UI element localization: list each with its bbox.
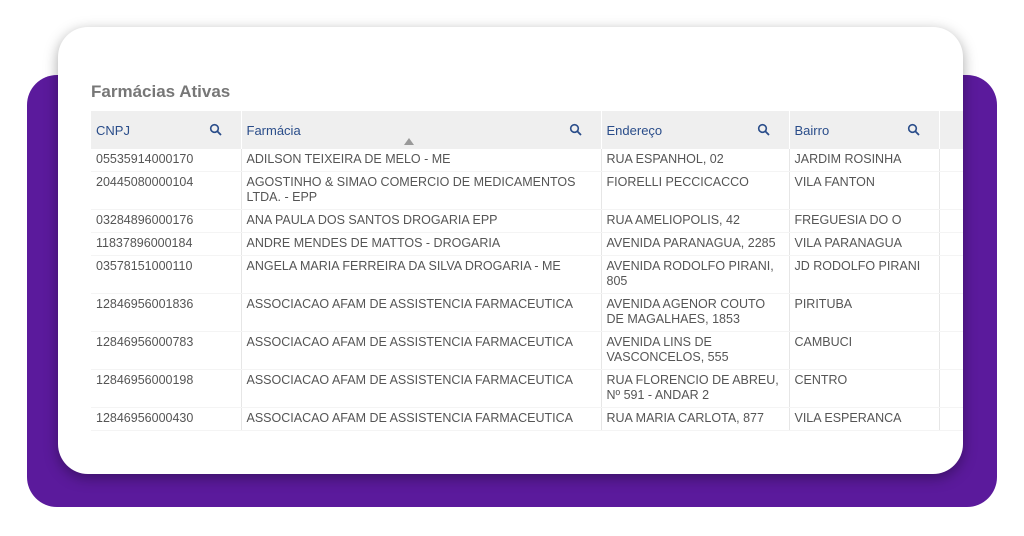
cell-farmacia: ADILSON TEIXEIRA DE MELO - ME [241, 149, 602, 172]
cell-cnpj: 12846956000198 [91, 369, 242, 408]
cell-cnpj: 20445080000104 [91, 171, 242, 210]
cell-farmacia: ASSOCIACAO AFAM DE ASSISTENCIA FARMACEUT… [241, 369, 602, 408]
cell-endereco: RUA FLORENCIO DE ABREU, Nº 591 - ANDAR 2 [601, 369, 790, 408]
column-header-cnpj[interactable]: CNPJ [91, 111, 242, 149]
column-header-farmacia[interactable]: Farmácia [241, 111, 602, 149]
cell-bairro: CAMBUCI [789, 331, 940, 370]
cell-farmacia: ASSOCIACAO AFAM DE ASSISTENCIA FARMACEUT… [241, 407, 602, 431]
cell-farmacia: ANA PAULA DOS SANTOS DROGARIA EPP [241, 209, 602, 233]
cell-bairro: FREGUESIA DO O [789, 209, 940, 233]
search-icon[interactable] [569, 123, 583, 137]
column-label-cnpj: CNPJ [96, 123, 130, 138]
cell-bairro: VILA PARANAGUA [789, 232, 940, 256]
column-label-bairro: Bairro [794, 123, 830, 138]
cell-extra [939, 171, 963, 210]
column-label-farmacia: Farmácia [246, 123, 301, 138]
cell-farmacia: ASSOCIACAO AFAM DE ASSISTENCIA FARMACEUT… [241, 293, 602, 332]
pharmacy-table: CNPJ Farmácia Endereço Bairro 0553591400… [91, 111, 963, 431]
table-row[interactable]: 12846956000430 ASSOCIACAO AFAM DE ASSIST… [91, 407, 963, 431]
column-header-bairro[interactable]: Bairro [789, 111, 940, 149]
cell-endereco: AVENIDA RODOLFO PIRANI, 805 [601, 255, 790, 294]
cell-bairro: PIRITUBA [789, 293, 940, 332]
cell-farmacia: ANDRE MENDES DE MATTOS - DROGARIA [241, 232, 602, 256]
table-row[interactable]: 11837896000184 ANDRE MENDES DE MATTOS - … [91, 232, 963, 256]
table-row[interactable]: 12846956001836 ASSOCIACAO AFAM DE ASSIST… [91, 293, 963, 332]
table-row[interactable]: 20445080000104 AGOSTINHO & SIMAO COMERCI… [91, 171, 963, 210]
cell-extra [939, 293, 963, 332]
search-icon[interactable] [209, 123, 223, 137]
cell-extra [939, 232, 963, 256]
cell-cnpj: 03578151000110 [91, 255, 242, 294]
pharmacy-panel-card: Farmácias Ativas CNPJ Farmácia Endereço … [58, 27, 963, 474]
column-header-extra [939, 111, 963, 149]
cell-extra [939, 369, 963, 408]
cell-endereco: RUA ESPANHOL, 02 [601, 149, 790, 172]
cell-bairro: VILA FANTON [789, 171, 940, 210]
cell-bairro: JARDIM ROSINHA [789, 149, 940, 172]
cell-bairro: JD RODOLFO PIRANI [789, 255, 940, 294]
cell-endereco: RUA MARIA CARLOTA, 877 [601, 407, 790, 431]
cell-cnpj: 12846956000783 [91, 331, 242, 370]
cell-bairro: VILA ESPERANCA [789, 407, 940, 431]
table-row[interactable]: 03284896000176 ANA PAULA DOS SANTOS DROG… [91, 209, 963, 233]
cell-extra [939, 407, 963, 431]
cell-cnpj: 12846956001836 [91, 293, 242, 332]
cell-endereco: AVENIDA PARANAGUA, 2285 [601, 232, 790, 256]
cell-extra [939, 255, 963, 294]
search-icon[interactable] [907, 123, 921, 137]
cell-endereco: AVENIDA AGENOR COUTO DE MAGALHAES, 1853 [601, 293, 790, 332]
search-icon[interactable] [757, 123, 771, 137]
table-header-row: CNPJ Farmácia Endereço Bairro [91, 111, 963, 149]
cell-cnpj: 11837896000184 [91, 232, 242, 256]
cell-cnpj: 03284896000176 [91, 209, 242, 233]
cell-endereco: FIORELLI PECCICACCO [601, 171, 790, 210]
cell-bairro: CENTRO [789, 369, 940, 408]
table-row[interactable]: 12846956000783 ASSOCIACAO AFAM DE ASSIST… [91, 331, 963, 370]
cell-extra [939, 331, 963, 370]
panel-title: Farmácias Ativas [91, 82, 231, 101]
cell-cnpj: 12846956000430 [91, 407, 242, 431]
cell-extra [939, 149, 963, 172]
column-label-endereco: Endereço [606, 123, 663, 138]
cell-extra [939, 209, 963, 233]
cell-endereco: AVENIDA LINS DE VASCONCELOS, 555 [601, 331, 790, 370]
table-row[interactable]: 05535914000170 ADILSON TEIXEIRA DE MELO … [91, 149, 963, 172]
cell-farmacia: AGOSTINHO & SIMAO COMERCIO DE MEDICAMENT… [241, 171, 602, 210]
table-row[interactable]: 12846956000198 ASSOCIACAO AFAM DE ASSIST… [91, 369, 963, 408]
cell-endereco: RUA AMELIOPOLIS, 42 [601, 209, 790, 233]
cell-farmacia: ASSOCIACAO AFAM DE ASSISTENCIA FARMACEUT… [241, 331, 602, 370]
sort-ascending-icon[interactable] [403, 138, 414, 145]
cell-cnpj: 05535914000170 [91, 149, 242, 172]
table-row[interactable]: 03578151000110 ANGELA MARIA FERREIRA DA … [91, 255, 963, 294]
column-header-endereco[interactable]: Endereço [601, 111, 790, 149]
cell-farmacia: ANGELA MARIA FERREIRA DA SILVA DROGARIA … [241, 255, 602, 294]
